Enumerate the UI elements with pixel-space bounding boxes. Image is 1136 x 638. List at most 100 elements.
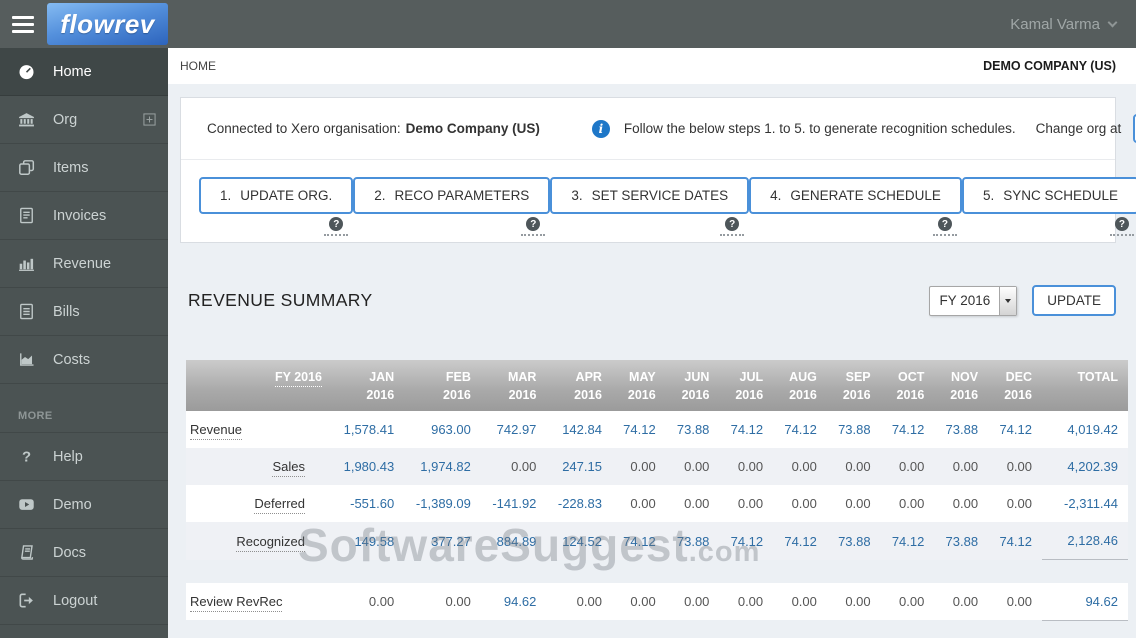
total-cell[interactable]: 94.62 bbox=[1042, 582, 1128, 621]
breadcrumb[interactable]: HOME bbox=[180, 59, 216, 73]
value-cell[interactable]: 73.88 bbox=[934, 522, 989, 560]
step-help[interactable]: ? bbox=[521, 217, 546, 236]
value-cell[interactable]: 963.00 bbox=[404, 411, 481, 449]
value-cell[interactable]: -141.92 bbox=[480, 485, 547, 523]
info-icon[interactable]: i bbox=[591, 119, 610, 138]
value-cell[interactable]: -228.83 bbox=[546, 485, 612, 523]
value-cell[interactable]: 1,578.41 bbox=[332, 411, 405, 449]
value-cell[interactable]: 94.62 bbox=[480, 582, 547, 621]
value-cell[interactable]: 74.12 bbox=[611, 522, 666, 560]
svg-text:?: ? bbox=[22, 450, 31, 465]
value-cell[interactable]: -551.60 bbox=[332, 485, 405, 523]
column-header-month: DEC 2016 bbox=[988, 360, 1042, 412]
sidebar-item-revenue[interactable]: Revenue bbox=[0, 240, 168, 288]
value-cell[interactable]: 74.12 bbox=[773, 522, 827, 560]
row-label[interactable]: Deferred bbox=[254, 496, 305, 515]
step-help[interactable]: ? bbox=[932, 217, 957, 236]
step-help[interactable]: ? bbox=[324, 217, 349, 236]
column-header-month: MAY 2016 bbox=[611, 360, 666, 412]
user-menu[interactable]: Kamal Varma bbox=[1010, 16, 1136, 33]
value-cell[interactable]: 73.88 bbox=[826, 411, 881, 449]
value-cell[interactable]: 73.88 bbox=[934, 411, 989, 449]
value-cell: 0.00 bbox=[719, 448, 774, 486]
value-cell[interactable]: 247.15 bbox=[546, 448, 612, 486]
row-label[interactable]: Review RevRec bbox=[190, 594, 283, 612]
value-cell[interactable]: 74.12 bbox=[719, 522, 774, 560]
row-label[interactable]: Sales bbox=[272, 459, 305, 478]
value-cell: 0.00 bbox=[611, 485, 666, 523]
value-cell[interactable]: 74.12 bbox=[611, 411, 666, 449]
value-cell[interactable]: 74.12 bbox=[988, 411, 1042, 449]
help-icon[interactable]: ? bbox=[937, 217, 952, 231]
value-cell[interactable]: 149.58 bbox=[332, 522, 405, 560]
value-cell: 0.00 bbox=[773, 448, 827, 486]
value-cell: 0.00 bbox=[719, 485, 774, 523]
select-arrow-icon[interactable] bbox=[999, 286, 1017, 315]
current-org-label: DEMO COMPANY (US) bbox=[983, 59, 1116, 73]
value-cell[interactable]: 142.84 bbox=[546, 411, 612, 449]
column-header-month: SEP 2016 bbox=[826, 360, 881, 412]
step-5: 5. SYNC SCHEDULE ? bbox=[961, 177, 1136, 236]
total-cell[interactable]: 2,128.46 bbox=[1042, 522, 1128, 561]
value-cell[interactable]: 884.89 bbox=[480, 522, 547, 560]
row-label[interactable]: Recognized bbox=[236, 533, 305, 552]
expand-plus-icon[interactable] bbox=[143, 113, 156, 126]
sidebar-item-bills[interactable]: Bills bbox=[0, 288, 168, 336]
step-button-5[interactable]: 5. SYNC SCHEDULE bbox=[961, 177, 1136, 214]
sidebar-item-demo[interactable]: Demo bbox=[0, 481, 168, 529]
help-icon[interactable]: ? bbox=[1114, 217, 1129, 231]
column-header-fy[interactable]: FY 2016 bbox=[186, 360, 332, 412]
sidebar-item-docs[interactable]: Docs bbox=[0, 529, 168, 577]
step-help[interactable]: ? bbox=[1109, 217, 1134, 236]
step-button-2[interactable]: 2. RECO PARAMETERS bbox=[353, 177, 551, 214]
fiscal-year-select[interactable]: FY 2016 bbox=[929, 285, 1018, 316]
value-cell[interactable]: -1,389.09 bbox=[404, 485, 481, 523]
total-cell[interactable]: 4,019.42 bbox=[1042, 411, 1128, 449]
value-cell[interactable]: 1,974.82 bbox=[404, 448, 481, 486]
sidebar-item-items[interactable]: Items bbox=[0, 144, 168, 192]
value-cell[interactable]: 74.12 bbox=[988, 522, 1042, 560]
app-logo[interactable]: flowrev bbox=[47, 3, 168, 45]
help-icon[interactable]: ? bbox=[725, 217, 740, 231]
value-cell[interactable]: 742.97 bbox=[480, 411, 547, 449]
step-label: GENERATE SCHEDULE bbox=[790, 188, 941, 203]
row-label[interactable]: Revenue bbox=[190, 422, 243, 441]
sidebar-item-costs[interactable]: Costs bbox=[0, 336, 168, 384]
sidebar-item-invoices[interactable]: Invoices bbox=[0, 192, 168, 240]
total-cell[interactable]: 4,202.39 bbox=[1042, 448, 1128, 486]
value-cell[interactable]: 1,980.43 bbox=[332, 448, 405, 486]
value-cell[interactable]: 377.27 bbox=[404, 522, 481, 560]
column-header-month: JUN 2016 bbox=[665, 360, 720, 412]
value-cell[interactable]: 74.12 bbox=[719, 411, 774, 449]
column-header-month: MAR 2016 bbox=[480, 360, 547, 412]
connected-org-name: Demo Company (US) bbox=[405, 121, 540, 136]
value-cell[interactable]: 124.52 bbox=[546, 522, 612, 560]
step-button-1[interactable]: 1. UPDATE ORG. bbox=[199, 177, 354, 214]
sidebar-item-org[interactable]: Org bbox=[0, 96, 168, 144]
value-cell: 0.00 bbox=[934, 448, 989, 486]
step-help[interactable]: ? bbox=[720, 217, 745, 236]
connected-label: Connected to Xero organisation: bbox=[207, 121, 401, 136]
value-cell[interactable]: 74.12 bbox=[773, 411, 827, 449]
help-icon[interactable]: ? bbox=[526, 217, 541, 231]
sidebar-item-home[interactable]: Home bbox=[0, 48, 168, 96]
value-cell[interactable]: 73.88 bbox=[826, 522, 881, 560]
hamburger-menu-icon[interactable] bbox=[0, 0, 46, 48]
value-cell[interactable]: 74.12 bbox=[880, 522, 935, 560]
sidebar-item-help[interactable]: ? Help bbox=[0, 433, 168, 481]
value-cell[interactable]: 73.88 bbox=[665, 522, 720, 560]
update-button[interactable]: UPDATE bbox=[1032, 285, 1116, 316]
value-cell[interactable]: 73.88 bbox=[665, 411, 720, 449]
step-button-3[interactable]: 3. SET SERVICE DATES bbox=[550, 177, 750, 214]
value-cell: 0.00 bbox=[880, 485, 935, 523]
steps-instructions: Follow the below steps 1. to 5. to gener… bbox=[623, 121, 1016, 136]
sidebar-item-logout[interactable]: Logout bbox=[0, 577, 168, 625]
step-number: 5. bbox=[982, 188, 995, 203]
help-icon[interactable]: ? bbox=[329, 217, 344, 231]
sidebar-item-label: Org bbox=[53, 111, 78, 128]
connect-row: Connected to Xero organisation: Demo Com… bbox=[181, 98, 1136, 160]
total-cell[interactable]: -2,311.44 bbox=[1042, 485, 1128, 523]
step-button-4[interactable]: 4. GENERATE SCHEDULE bbox=[749, 177, 962, 214]
value-cell[interactable]: 74.12 bbox=[880, 411, 935, 449]
bank-icon bbox=[18, 111, 38, 128]
